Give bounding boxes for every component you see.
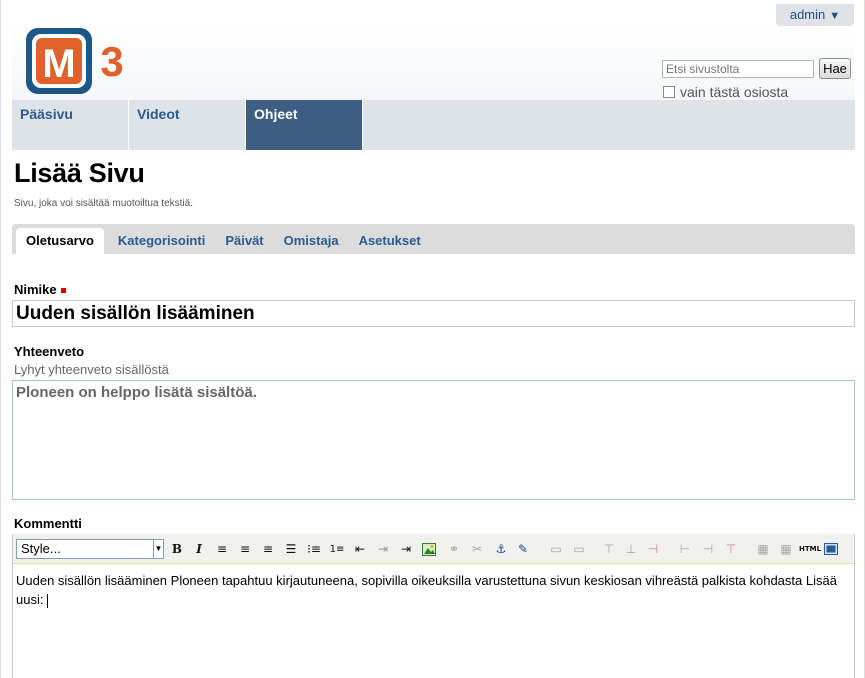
summary-help: Lyhyt yhteenveto sisällöstä: [14, 362, 169, 377]
insert-row-after-icon[interactable]: ⊥: [623, 541, 639, 557]
nav-item-paasivu[interactable]: Pääsivu: [12, 100, 129, 150]
align-left-icon[interactable]: ≡: [214, 541, 230, 557]
main-nav: Pääsivu Videot Ohjeet: [12, 100, 855, 150]
editor-content-text: Uuden sisällön lisääminen Ploneen tapaht…: [16, 573, 837, 607]
page-title: Lisää Sivu: [14, 158, 145, 188]
admin-label: admin: [789, 7, 826, 22]
delete-col-icon[interactable]: ⊤: [723, 541, 739, 557]
caret-down-icon: ▼: [829, 10, 841, 22]
unlink-icon[interactable]: ✂: [469, 541, 485, 557]
numbered-list-icon[interactable]: 1≡: [329, 541, 345, 557]
page-description: Sivu, joka voi sisältää muotoiltua tekst…: [14, 198, 193, 209]
tab-oletusarvo[interactable]: Oletusarvo: [16, 228, 104, 254]
table-cell-props-icon[interactable]: ▭: [571, 541, 587, 557]
tab-paivat[interactable]: Päivät: [215, 228, 273, 254]
table-row-props-icon[interactable]: ▭: [548, 541, 564, 557]
comment-field-label: Kommentti: [14, 516, 82, 531]
site-logo[interactable]: M 3: [24, 26, 134, 96]
align-center-icon[interactable]: ≡: [237, 541, 253, 557]
nav-item-videot[interactable]: Videot: [129, 100, 246, 150]
rich-text-editor: Style... ▼ B I ≡ ≡ ≡ ☰ ⁝≡ 1≡ ⇤ ⇥ ⇥ ⚭ ✂ ⚓…: [12, 534, 855, 678]
table-props-icon[interactable]: ▦: [778, 541, 794, 557]
search-scope[interactable]: vain tästä osiosta: [663, 84, 788, 100]
insert-row-before-icon[interactable]: ⊤: [601, 541, 617, 557]
indent-icon[interactable]: ⇥: [398, 541, 414, 557]
delete-row-icon[interactable]: ⊣: [645, 541, 661, 557]
bullet-list-icon[interactable]: ⁝≡: [306, 541, 322, 557]
style-select-value: Style...: [21, 541, 61, 556]
nav-item-ohjeet[interactable]: Ohjeet: [246, 100, 363, 150]
summary-field[interactable]: Ploneen on helppo lisätä sisältöä.: [12, 380, 855, 500]
html-source-icon[interactable]: HTML: [799, 541, 821, 557]
insert-col-before-icon[interactable]: ⊢: [677, 541, 693, 557]
scope-checkbox[interactable]: [663, 86, 675, 98]
text-cursor: [47, 593, 49, 608]
link-icon[interactable]: ⚭: [446, 541, 462, 557]
indent-disabled-icon[interactable]: ⇥: [375, 541, 391, 557]
scope-label: vain tästä osiosta: [680, 84, 789, 100]
edit-icon[interactable]: ✎: [515, 541, 531, 557]
insert-col-after-icon[interactable]: ⊣: [700, 541, 716, 557]
tab-omistaja[interactable]: Omistaja: [274, 228, 349, 254]
select-arrow-icon: ▼: [153, 540, 163, 558]
search-button[interactable]: Hae: [819, 58, 851, 79]
bold-icon[interactable]: B: [169, 541, 185, 557]
fullscreen-icon[interactable]: [823, 541, 839, 557]
align-right-icon[interactable]: ≡: [260, 541, 276, 557]
title-label-text: Nimike: [14, 282, 57, 297]
admin-menu[interactable]: admin ▼: [776, 4, 854, 26]
image-icon[interactable]: [421, 541, 437, 557]
title-field-label: Nimike: [14, 282, 66, 297]
logo-letter: M: [42, 42, 75, 86]
anchor-icon[interactable]: ⚓: [493, 541, 509, 557]
outdent-icon[interactable]: ⇤: [352, 541, 368, 557]
tab-asetukset[interactable]: Asetukset: [349, 228, 431, 254]
editor-toolbar: Style... ▼ B I ≡ ≡ ≡ ☰ ⁝≡ 1≡ ⇤ ⇥ ⇥ ⚭ ✂ ⚓…: [13, 534, 854, 564]
title-field[interactable]: [12, 300, 855, 327]
style-select[interactable]: Style... ▼: [16, 539, 164, 559]
logo-digit: 3: [100, 38, 123, 85]
search-input[interactable]: [662, 60, 814, 78]
summary-field-label: Yhteenveto: [14, 344, 85, 359]
italic-icon[interactable]: I: [191, 541, 207, 557]
align-justify-icon[interactable]: ☰: [283, 541, 299, 557]
table-icon[interactable]: ▦: [755, 541, 771, 557]
editor-content-area[interactable]: Uuden sisällön lisääminen Ploneen tapaht…: [13, 564, 854, 678]
edit-tabs: Oletusarvo Kategorisointi Päivät Omistaj…: [12, 224, 855, 254]
required-icon: [60, 288, 66, 294]
tab-kategorisointi[interactable]: Kategorisointi: [108, 228, 215, 254]
